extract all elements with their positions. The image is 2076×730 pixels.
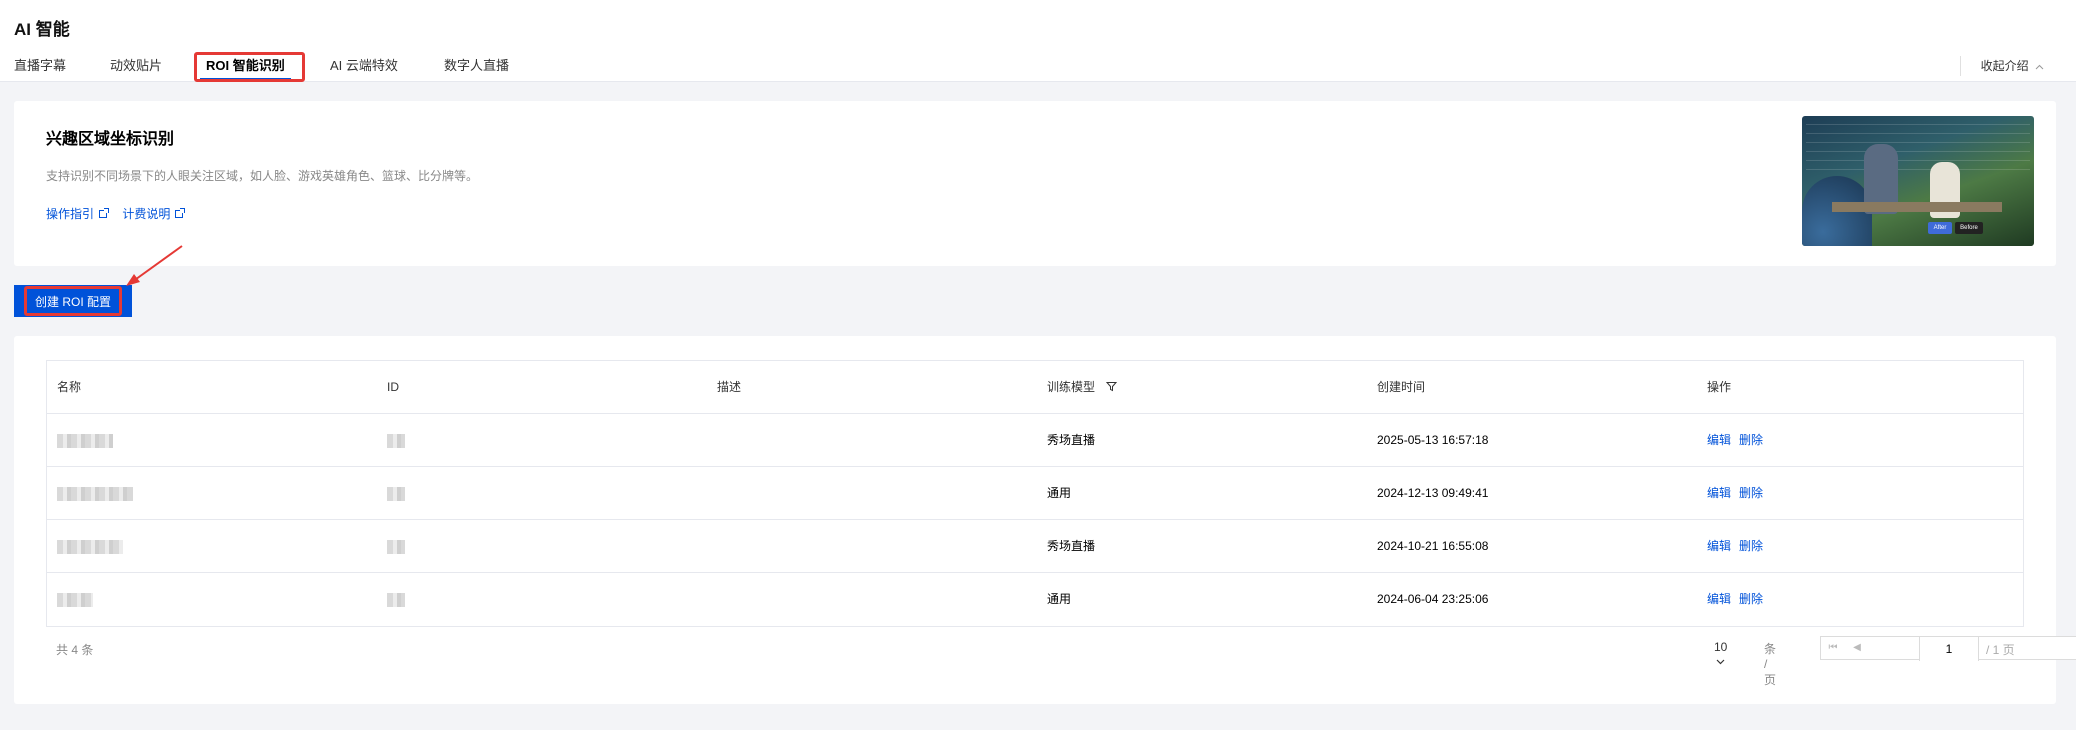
chevron-up-icon [2035,59,2044,73]
guide-link-label: 操作指引 [46,207,95,221]
table-row: 通用 2024-06-04 23:25:06 编辑 删除 [47,573,2023,626]
tab-live-subtitle[interactable]: 直播字幕 [14,52,66,82]
row-id-masked [387,520,405,572]
edit-button[interactable]: 编辑 [1707,592,1731,606]
row-id-masked [387,573,405,625]
row-created-time: 2024-06-04 23:25:06 [1377,592,1489,606]
row-name-masked [57,573,93,625]
total-pages-label: / 1 页 [1986,643,2015,657]
row-model: 通用 [1047,486,1072,500]
delete-button[interactable]: 删除 [1739,539,1763,553]
collapse-intro-button[interactable]: 收起介绍 [1981,57,2044,74]
edit-button[interactable]: 编辑 [1707,486,1731,500]
divider [1960,56,1961,76]
per-page-label: 条 / 页 [1764,642,1777,687]
prev-page-icon[interactable]: ◀ [1845,637,1869,661]
row-model: 通用 [1047,592,1072,606]
tab-motion-sticker[interactable]: 动效贴片 [110,52,162,82]
column-header-model-label: 训练模型 [1047,380,1096,394]
row-actions: 编辑 删除 [1707,467,1771,519]
table-row: 通用 2024-12-13 09:49:41 编辑 删除 [47,467,2023,520]
preview-before-label: Before [1955,222,1983,234]
billing-link-label: 计费说明 [122,207,171,221]
column-header-created: 创建时间 [1377,380,1426,394]
column-header-name: 名称 [57,380,82,394]
row-id-masked [387,414,405,466]
intro-description: 支持识别不同场景下的人眼关注区域，如人脸、游戏英雄角色、篮球、比分牌等。 [46,169,479,183]
filter-icon[interactable] [1106,362,1118,414]
guide-link[interactable]: 操作指引 [46,207,110,221]
row-actions: 编辑 删除 [1707,520,1771,572]
billing-link[interactable]: 计费说明 [122,207,186,221]
edit-button[interactable]: 编辑 [1707,433,1731,447]
edit-button[interactable]: 编辑 [1707,539,1731,553]
row-created-time: 2024-10-21 16:55:08 [1377,539,1489,553]
intro-links: 操作指引 计费说明 [46,205,195,222]
delete-button[interactable]: 删除 [1739,486,1763,500]
preview-after-label: After [1928,222,1952,234]
intro-card: 兴趣区域坐标识别 支持识别不同场景下的人眼关注区域，如人脸、游戏英雄角色、篮球、… [14,101,2056,266]
intro-title: 兴趣区域坐标识别 [46,131,175,148]
tab-digital-human-live[interactable]: 数字人直播 [444,52,509,82]
row-model: 秀场直播 [1047,539,1096,553]
first-page-icon[interactable]: ⏮ [1821,637,1845,661]
delete-button[interactable]: 删除 [1739,433,1763,447]
tab-ai-cloud-effects[interactable]: AI 云端特效 [330,52,398,82]
annotation-arrow-icon [126,245,183,286]
table-header: 名称 ID 描述 训练模型 创建时间 操作 [47,361,2023,414]
row-id-masked [387,467,405,519]
column-header-description: 描述 [717,380,742,394]
preview-table [1832,202,2002,212]
pager-controls: ⏮ ◀ / 1 页 ▶ ⏭ [1820,636,2076,661]
column-header-actions: 操作 [1707,380,1732,394]
feature-preview-image: After Before [1802,116,2034,246]
preview-overlay-text [1806,120,2030,170]
external-link-icon [175,208,186,218]
create-roi-config-button[interactable]: 创建 ROI 配置 [14,285,132,317]
roi-config-table: 名称 ID 描述 训练模型 创建时间 操作 秀场直播 2025-05-13 16… [46,360,2024,627]
delete-button[interactable]: 删除 [1739,592,1763,606]
row-actions: 编辑 删除 [1707,573,1771,625]
row-name-masked [57,520,123,572]
row-created-time: 2025-05-13 16:57:18 [1377,433,1489,447]
chevron-down-icon [1716,654,1725,668]
page-size-select[interactable]: 10 [1714,640,1727,668]
tab-roi-recognition[interactable]: ROI 智能识别 [200,52,291,82]
row-actions: 编辑 删除 [1707,414,1771,466]
total-count: 共 4 条 [56,643,94,657]
roi-config-list-card: 名称 ID 描述 训练模型 创建时间 操作 秀场直播 2025-05-13 16… [14,336,2076,704]
external-link-icon [99,208,110,218]
page-title: AI 智能 [14,20,70,39]
table-row: 秀场直播 2024-10-21 16:55:08 编辑 删除 [47,520,2023,573]
column-header-id: ID [387,380,399,394]
top-bar: AI 智能 直播字幕 动效贴片 ROI 智能识别 AI 云端特效 数字人直播 收… [0,0,2076,82]
page-number-input[interactable] [1919,637,1979,661]
row-name-masked [57,467,133,519]
page-size-value: 10 [1714,640,1728,654]
column-header-model: 训练模型 [1047,361,1118,414]
collapse-label: 收起介绍 [1980,59,2029,73]
row-name-masked [57,414,113,466]
table-row: 秀场直播 2025-05-13 16:57:18 编辑 删除 [47,414,2023,467]
row-model: 秀场直播 [1047,433,1096,447]
row-created-time: 2024-12-13 09:49:41 [1377,486,1489,500]
